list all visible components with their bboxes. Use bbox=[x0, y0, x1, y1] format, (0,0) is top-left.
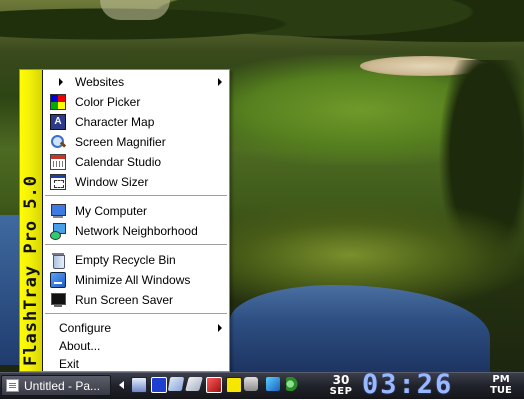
computer-icon bbox=[50, 203, 66, 219]
menu-sidebar-title: FlashTray Pro 5.0 bbox=[21, 175, 41, 366]
clock-month: SEP bbox=[329, 386, 353, 397]
menu-item-my-computer[interactable]: My Computer bbox=[43, 201, 229, 221]
drive-icon[interactable] bbox=[244, 377, 258, 391]
menu-item-label: About... bbox=[59, 339, 101, 353]
menu-item-websites[interactable]: Websites bbox=[43, 72, 229, 92]
taskbar-button-notepad[interactable]: Untitled - Pa... bbox=[1, 375, 111, 396]
menu-item-exit[interactable]: Exit bbox=[43, 354, 229, 374]
menu-item-empty-recycle-bin[interactable]: Empty Recycle Bin bbox=[43, 250, 229, 270]
menu-item-label: Calendar Studio bbox=[75, 155, 162, 169]
clock-date: 30 SEP bbox=[324, 374, 358, 397]
wallpaper-trees bbox=[0, 0, 524, 60]
volume-icon[interactable] bbox=[286, 377, 300, 391]
menu-separator bbox=[45, 313, 227, 315]
menu-item-label: My Computer bbox=[75, 204, 148, 218]
power-icon[interactable] bbox=[206, 377, 222, 393]
monitor-icon[interactable] bbox=[131, 377, 147, 393]
calendar-icon bbox=[50, 154, 66, 170]
menu-item-about[interactable]: About... bbox=[43, 336, 229, 356]
sync-icon[interactable] bbox=[266, 377, 280, 391]
menu-item-label: Color Picker bbox=[75, 95, 141, 109]
menu-item-label: Network Neighborhood bbox=[75, 224, 198, 238]
menu-separator bbox=[45, 195, 227, 197]
menu-item-label: Configure bbox=[59, 321, 112, 335]
character-map-icon: A bbox=[50, 114, 66, 130]
clock-weekday: TUE bbox=[490, 385, 512, 396]
menu-sidebar: FlashTray Pro 5.0 bbox=[20, 70, 43, 371]
clock-day: 30 bbox=[332, 373, 350, 387]
menu-item-label: Minimize All Windows bbox=[75, 273, 191, 287]
menu-item-run-screen-saver[interactable]: Run Screen Saver bbox=[43, 290, 229, 310]
menu-item-label: Run Screen Saver bbox=[75, 293, 174, 307]
display-icon[interactable] bbox=[151, 377, 167, 393]
screensaver-icon bbox=[50, 292, 66, 308]
menu-item-network-neighborhood[interactable]: Network Neighborhood bbox=[43, 221, 229, 241]
menu-item-window-sizer[interactable]: Window Sizer bbox=[43, 172, 229, 192]
menu-item-configure[interactable]: Configure bbox=[43, 318, 229, 338]
network-icon[interactable] bbox=[167, 377, 185, 391]
menu-item-label: Exit bbox=[59, 357, 80, 371]
submenu-arrow-icon bbox=[218, 78, 222, 86]
right-arrow-icon bbox=[59, 78, 63, 86]
recycle-bin-icon bbox=[50, 252, 66, 269]
menu-item-screen-magnifier[interactable]: Screen Magnifier bbox=[43, 132, 229, 152]
submenu-arrow-icon bbox=[218, 324, 222, 332]
menu-item-label: Character Map bbox=[75, 115, 155, 129]
menu-item-minimize-all-windows[interactable]: Minimize All Windows bbox=[43, 270, 229, 290]
network-icon bbox=[50, 223, 66, 240]
menu-item-color-picker[interactable]: Color Picker bbox=[43, 92, 229, 112]
magnifier-icon bbox=[50, 134, 66, 150]
wallpaper-sky bbox=[100, 0, 170, 20]
menu-item-label: Empty Recycle Bin bbox=[75, 253, 176, 267]
taskbar: Untitled - Pa... 30 SEP 03:26 PM TUE bbox=[0, 371, 524, 399]
clock-am-pm: PM bbox=[492, 374, 510, 385]
menu-item-character-map[interactable]: A Character Map bbox=[43, 112, 229, 132]
flashtray-menu: FlashTray Pro 5.0 Websites Color Picker … bbox=[19, 69, 230, 372]
menu-item-label: Screen Magnifier bbox=[75, 135, 166, 149]
show-hidden-icons-chevron-icon[interactable] bbox=[119, 381, 124, 389]
notepad-icon bbox=[6, 379, 19, 392]
color-picker-icon bbox=[50, 94, 66, 110]
flash-icon[interactable] bbox=[226, 377, 242, 393]
menu-item-label: Window Sizer bbox=[75, 175, 149, 189]
clock-ampm: PM TUE bbox=[482, 374, 520, 396]
menu-item-calendar-studio[interactable]: Calendar Studio bbox=[43, 152, 229, 172]
window-sizer-icon bbox=[50, 174, 66, 190]
menu-separator bbox=[45, 244, 227, 246]
minimize-windows-icon bbox=[50, 272, 66, 288]
taskbar-button-label: Untitled - Pa... bbox=[24, 379, 101, 393]
stationery-icon[interactable] bbox=[185, 377, 203, 391]
clock-time[interactable]: 03:26 bbox=[362, 371, 453, 399]
menu-item-label: Websites bbox=[75, 75, 125, 89]
